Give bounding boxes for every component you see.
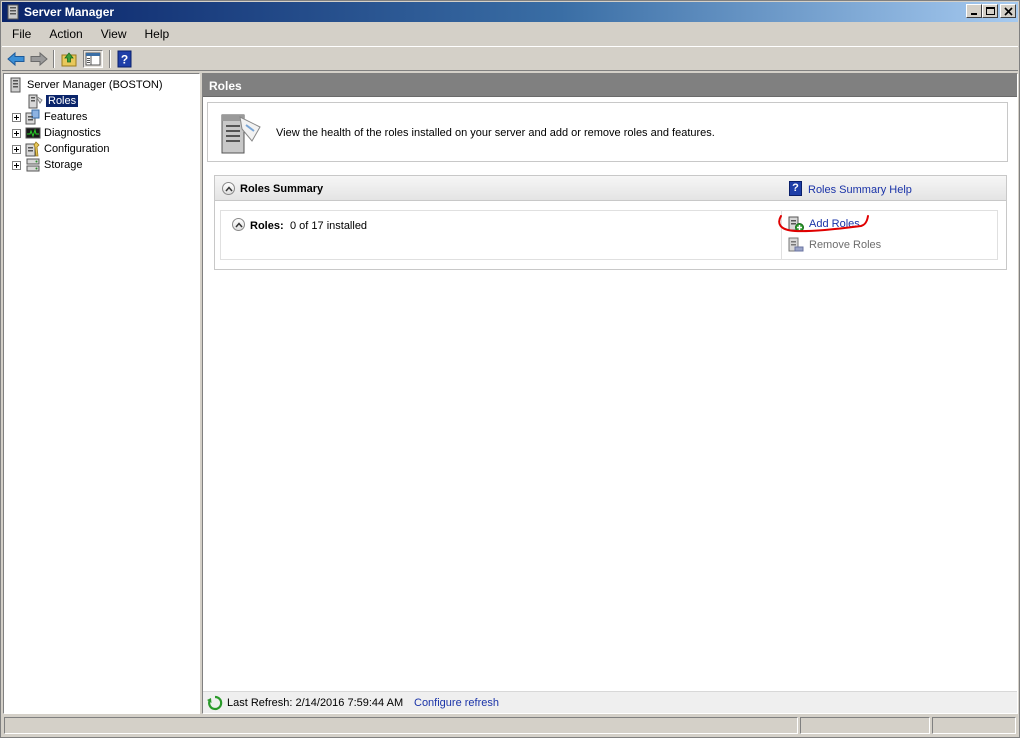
menu-bar: File Action View Help — [2, 24, 1018, 44]
menu-action[interactable]: Action — [39, 27, 90, 41]
minimize-button[interactable] — [966, 4, 982, 18]
tree-item-storage[interactable]: Storage — [12, 157, 83, 173]
description-banner: View the health of the roles installed o… — [207, 102, 1008, 162]
show-hide-console-tree-button[interactable] — [83, 50, 103, 68]
help-button[interactable]: ? — [115, 50, 135, 68]
roles-actions: Add Roles Remove Roles — [781, 211, 997, 259]
roles-icon — [28, 94, 43, 109]
tree-label-roles: Roles — [46, 95, 79, 107]
diagnostics-icon — [25, 127, 41, 139]
refresh-bar: Last Refresh: 2/14/2016 7:59:44 AM Confi… — [203, 691, 1017, 713]
status-panel-2 — [800, 717, 930, 734]
tree-label-configuration: Configuration — [44, 143, 110, 155]
close-button[interactable] — [1000, 4, 1016, 18]
up-one-level-button[interactable] — [59, 50, 79, 68]
help-icon: ? — [789, 181, 802, 196]
expand-icon[interactable] — [12, 160, 21, 170]
last-refresh-text: Last Refresh: 2/14/2016 7:59:44 AM — [227, 697, 404, 709]
add-roles-link[interactable]: Add Roles — [809, 218, 860, 230]
add-roles-action[interactable]: Add Roles — [788, 216, 860, 232]
server-manager-window: Server Manager File Action View Help ? S… — [0, 0, 1020, 738]
chevron-up-icon — [225, 186, 233, 192]
minimize-icon — [971, 13, 977, 15]
maximize-button[interactable] — [982, 4, 998, 18]
forward-icon — [30, 51, 48, 67]
remove-roles-action[interactable]: Remove Roles — [788, 237, 881, 253]
title-bar[interactable]: Server Manager — [2, 2, 1018, 22]
pane-header: Roles — [203, 74, 1017, 97]
tree-item-features[interactable]: Features — [12, 109, 87, 125]
roles-count-label: Roles: — [250, 220, 284, 232]
collapse-roles-button[interactable] — [232, 218, 245, 231]
tree-item-configuration[interactable]: Configuration — [12, 141, 109, 157]
back-button[interactable] — [6, 50, 26, 68]
roles-count-value: 0 of 17 installed — [290, 220, 368, 232]
window-title: Server Manager — [24, 5, 115, 19]
roles-subsection: Roles: 0 of 17 installed Add Roles Remov… — [220, 210, 998, 260]
tree-label-features: Features — [44, 111, 88, 123]
up-folder-icon — [61, 52, 77, 67]
tree-label-storage: Storage — [44, 159, 83, 171]
close-icon — [1004, 7, 1013, 16]
help-icon: ? — [117, 50, 132, 68]
roles-summary-help-link[interactable]: Roles Summary Help — [808, 184, 912, 196]
status-panel-3 — [932, 717, 1016, 734]
tree-item-server-manager[interactable]: Server Manager (BOSTON) — [8, 77, 163, 93]
page-description: View the health of the roles installed o… — [276, 127, 715, 139]
show-hide-console-tree-icon — [85, 52, 101, 66]
server-manager-app-icon — [7, 4, 19, 20]
remove-roles-link[interactable]: Remove Roles — [809, 239, 881, 251]
toolbar: ? — [2, 46, 1018, 71]
details-pane: Roles View the health of the roles insta… — [202, 73, 1018, 714]
forward-button[interactable] — [29, 50, 49, 68]
chevron-up-icon — [235, 222, 243, 228]
menu-view[interactable]: View — [91, 27, 135, 41]
storage-icon — [26, 158, 40, 172]
status-panel-main — [4, 717, 798, 734]
page-title: Roles — [209, 79, 242, 93]
tree-label-root: Server Manager (BOSTON) — [27, 79, 163, 91]
refresh-icon[interactable] — [207, 695, 223, 711]
menu-file[interactable]: File — [2, 27, 39, 41]
configuration-icon — [25, 141, 40, 157]
back-icon — [7, 51, 25, 67]
roles-summary-header: Roles Summary ? Roles Summary Help — [215, 176, 1006, 201]
server-icon — [10, 77, 21, 93]
remove-roles-icon — [788, 237, 804, 252]
console-tree: Server Manager (BOSTON) Roles Features D… — [3, 73, 200, 714]
status-bar — [2, 716, 1018, 736]
expand-icon[interactable] — [12, 144, 21, 154]
toolbar-separator — [53, 50, 55, 68]
features-icon — [25, 109, 40, 125]
roles-summary-section: Roles Summary ? Roles Summary Help Roles… — [214, 175, 1007, 270]
tree-item-roles[interactable]: Roles — [27, 93, 79, 109]
menu-help[interactable]: Help — [135, 27, 178, 41]
expand-icon[interactable] — [12, 128, 21, 138]
roles-server-icon — [221, 114, 261, 154]
roles-summary-title: Roles Summary — [240, 183, 324, 195]
tree-item-diagnostics[interactable]: Diagnostics — [12, 125, 101, 141]
add-roles-icon — [788, 216, 804, 232]
maximize-icon — [986, 7, 995, 15]
configure-refresh-link[interactable]: Configure refresh — [414, 697, 499, 709]
expand-icon[interactable] — [12, 112, 21, 122]
collapse-roles-summary-button[interactable] — [222, 182, 235, 195]
tree-label-diagnostics: Diagnostics — [44, 127, 101, 139]
svg-text:?: ? — [121, 53, 128, 67]
toolbar-separator — [109, 50, 111, 68]
